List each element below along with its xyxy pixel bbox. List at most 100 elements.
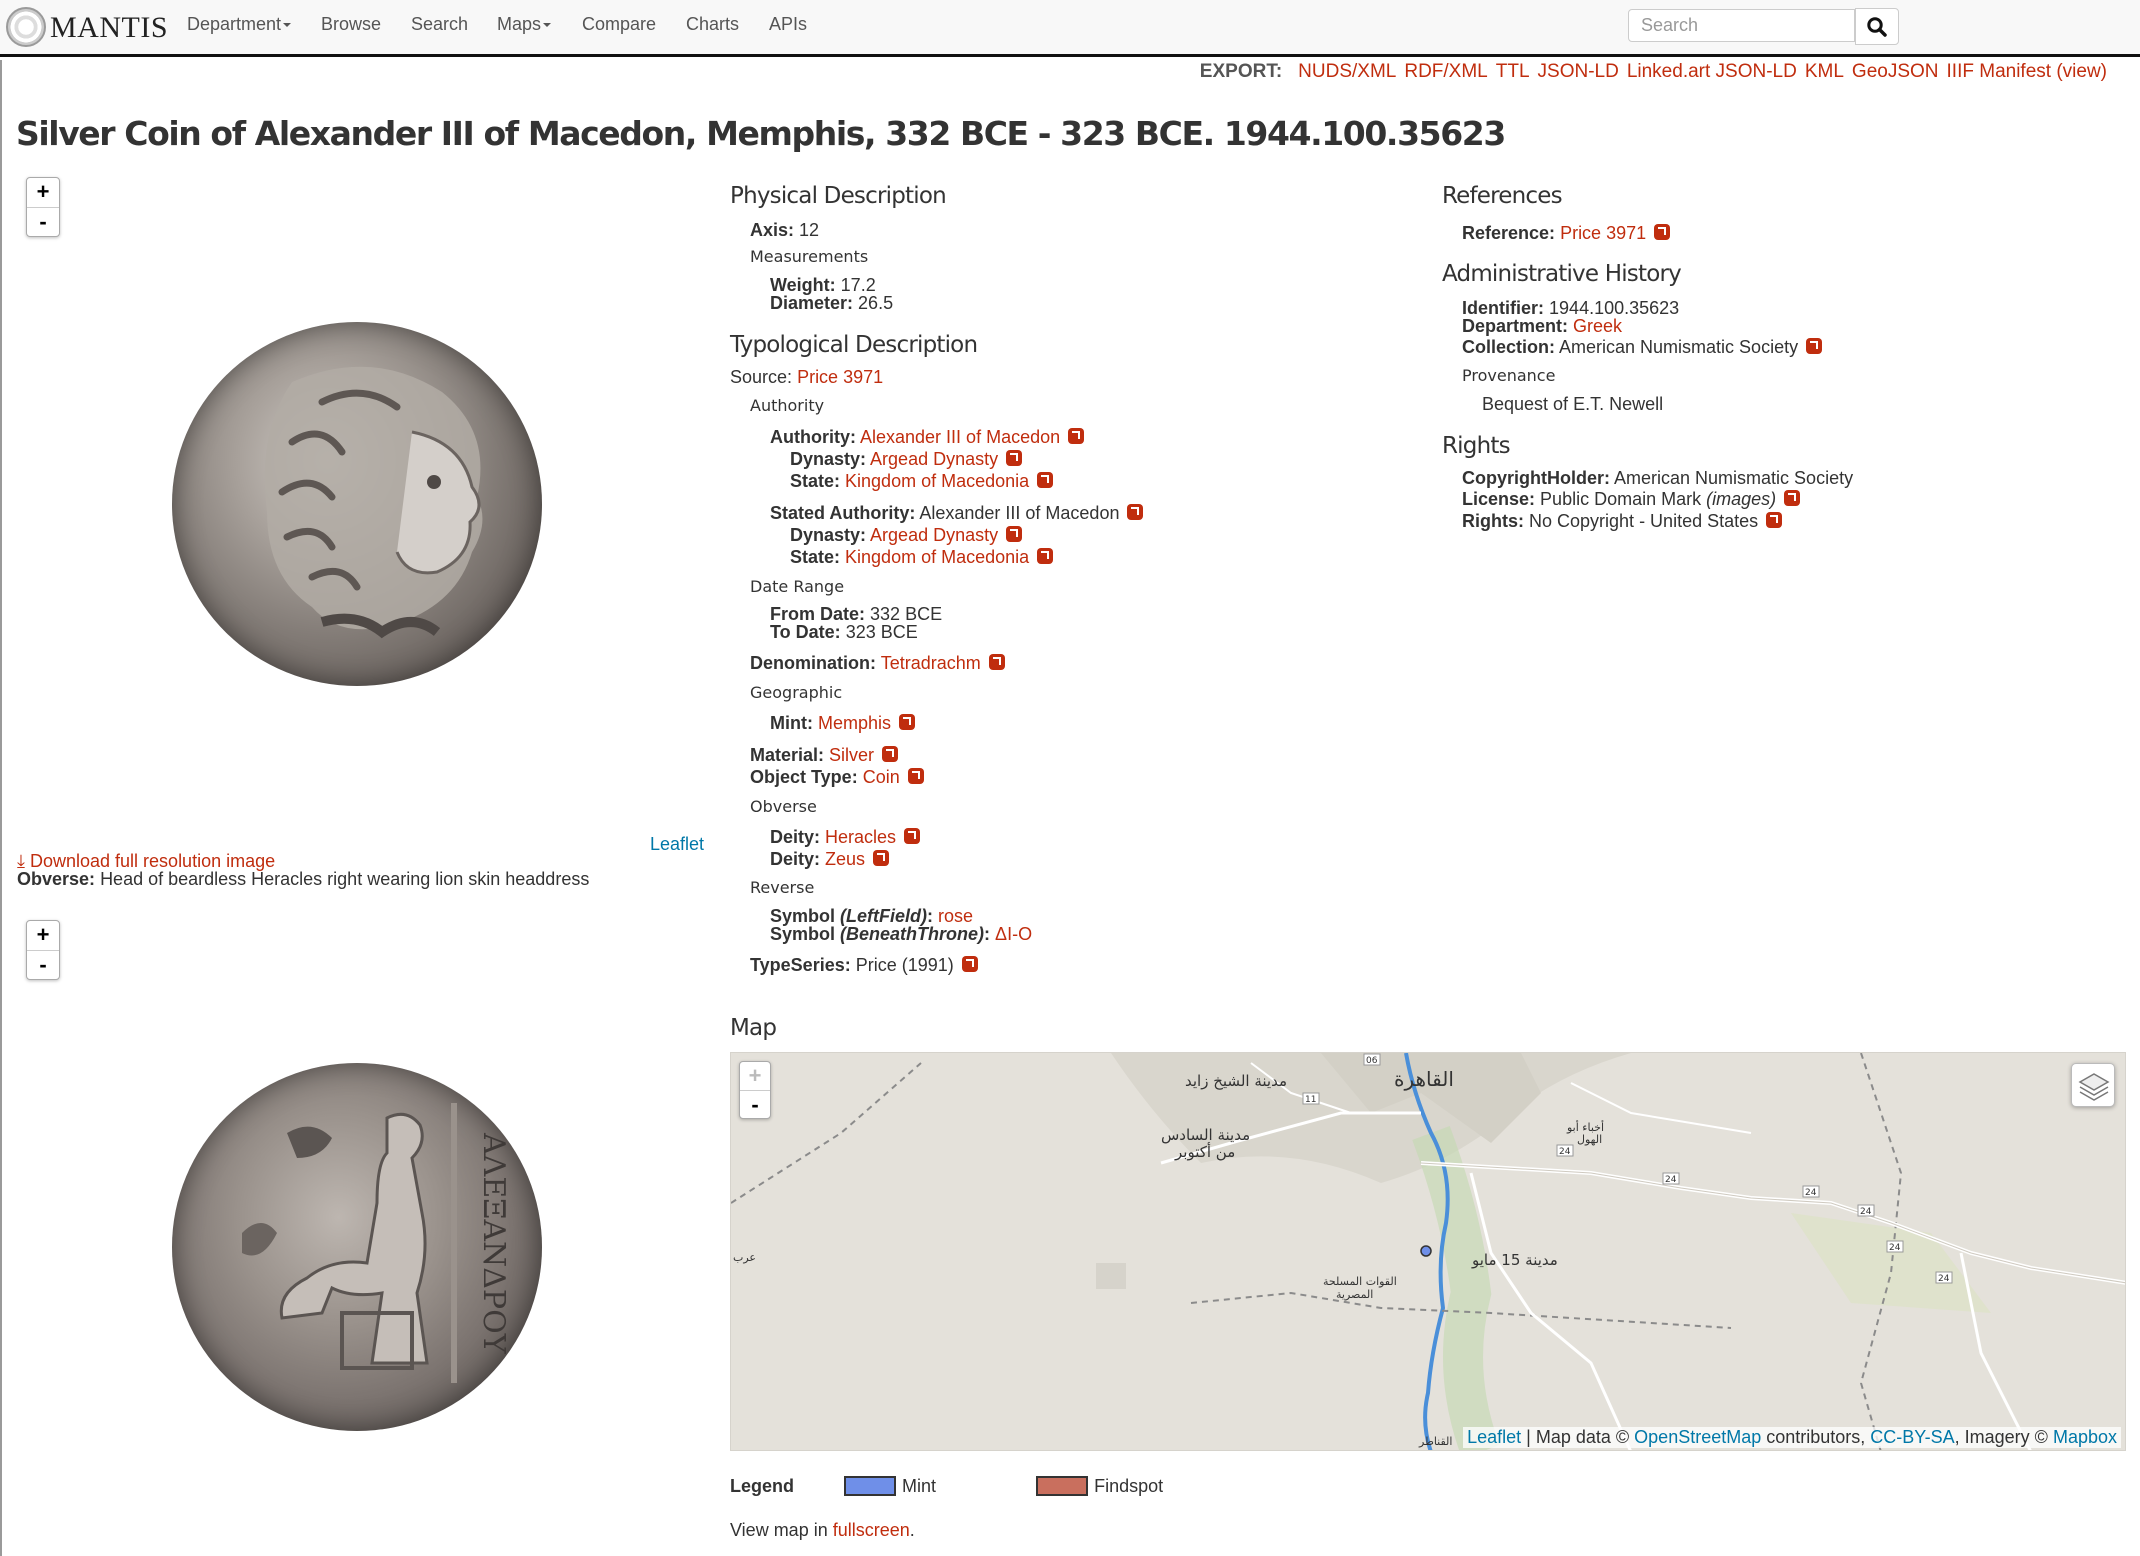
external-link-icon[interactable] xyxy=(1806,338,1823,354)
export-ttl[interactable]: TTL xyxy=(1496,61,1530,82)
nav-charts[interactable]: Charts xyxy=(686,14,739,35)
export-linked-art[interactable]: Linked.art JSON-LD xyxy=(1627,61,1797,82)
mantis-logo[interactable]: MANTIS xyxy=(6,5,168,47)
openstreetmap-link[interactable]: OpenStreetMap xyxy=(1634,1427,1761,1447)
denomination-link[interactable]: Tetradrachm xyxy=(881,653,981,673)
obverse-leaflet-attribution[interactable]: Leaflet xyxy=(650,834,704,855)
fullscreen-prefix: View map in xyxy=(730,1520,833,1540)
reverse-coin-image[interactable]: ΑΛΕΞΑΝΔΡΟΥ xyxy=(172,1063,542,1431)
dynasty-link[interactable]: Argead Dynasty xyxy=(870,449,998,469)
nav-search[interactable]: Search xyxy=(411,14,468,35)
material-link[interactable]: Silver xyxy=(829,745,874,765)
map-label-abu-al-hol-a: أخباء أبو xyxy=(1566,1120,1604,1134)
dynasty-link[interactable]: Argead Dynasty xyxy=(870,525,998,545)
external-link-icon[interactable] xyxy=(1068,428,1085,444)
symbol-rose-link[interactable]: rose xyxy=(938,906,973,926)
external-link-icon[interactable] xyxy=(899,714,916,730)
export-rdf-xml[interactable]: RDF/XML xyxy=(1404,61,1487,82)
nav-browse[interactable]: Browse xyxy=(321,14,381,35)
export-json-ld[interactable]: JSON-LD xyxy=(1538,61,1619,82)
external-link-icon[interactable] xyxy=(1037,548,1054,564)
state-link[interactable]: Kingdom of Macedonia xyxy=(845,471,1029,491)
map-zoom-out-button[interactable]: - xyxy=(740,1090,770,1118)
ans-seal-icon xyxy=(6,7,46,47)
map-label-abu-al-hol-b: الهول xyxy=(1577,1133,1602,1146)
export-kml[interactable]: KML xyxy=(1805,61,1844,82)
from-date-label: From Date: xyxy=(770,604,866,624)
mint-marker[interactable] xyxy=(1420,1245,1432,1257)
nav-apis[interactable]: APIs xyxy=(769,14,807,35)
map-label-qanater: القناطر xyxy=(1418,1435,1452,1448)
symbol-beneath-throne-row: Symbol (BeneathThrone): ΔI-O xyxy=(770,924,1033,944)
obverse-zoom-out-button[interactable]: - xyxy=(27,207,59,236)
export-geojson[interactable]: GeoJSON xyxy=(1852,61,1939,82)
fullscreen-link[interactable]: fullscreen xyxy=(833,1520,910,1540)
map-label-cairo: القاهرة xyxy=(1394,1067,1454,1091)
export-iiif-manifest[interactable]: IIIF Manifest (view) xyxy=(1947,61,2107,82)
external-link-icon[interactable] xyxy=(1037,472,1054,488)
external-link-icon[interactable] xyxy=(873,850,890,866)
external-link-icon[interactable] xyxy=(1784,490,1801,506)
source-row: Source: Price 3971 xyxy=(730,367,883,388)
road-shield-24: 24 xyxy=(1805,1188,1817,1198)
search-button[interactable] xyxy=(1855,8,1899,45)
nav-compare[interactable]: Compare xyxy=(582,14,656,35)
external-link-icon[interactable] xyxy=(907,768,924,784)
authority-label: Authority: xyxy=(770,427,856,447)
map-label-armed-forces-b: المصرية xyxy=(1336,1288,1373,1301)
map-label-6-october-a: مدينة السادس xyxy=(1161,1126,1250,1144)
leaflet-link[interactable]: Leaflet xyxy=(1467,1427,1521,1447)
state-link[interactable]: Kingdom of Macedonia xyxy=(845,547,1029,567)
mint-swatch xyxy=(844,1476,897,1496)
external-link-icon[interactable] xyxy=(988,654,1005,670)
road-shield-06: 06 xyxy=(1366,1056,1378,1066)
external-link-icon[interactable] xyxy=(1127,504,1144,520)
reverse-zoom-in-button[interactable]: + xyxy=(27,921,59,950)
map-label-sheikh-zayed: مدينة الشيخ زايد xyxy=(1185,1072,1287,1090)
search-input[interactable] xyxy=(1628,9,1855,42)
findspot-map[interactable]: القاهرة مدينة الشيخ زايد مدينة السادس من… xyxy=(730,1052,2126,1451)
reverse-zoom-out-button[interactable]: - xyxy=(27,950,59,979)
obverse-caption-label: Obverse: xyxy=(17,869,96,889)
external-link-icon[interactable] xyxy=(882,746,899,762)
source-link[interactable]: Price 3971 xyxy=(797,367,883,387)
symbol-dio-link[interactable]: ΔI-O xyxy=(995,924,1032,944)
external-link-icon[interactable] xyxy=(1766,512,1783,528)
external-link-icon[interactable] xyxy=(1006,526,1023,542)
mapbox-link[interactable]: Mapbox xyxy=(2053,1427,2117,1447)
reference-label: Reference: xyxy=(1462,223,1556,243)
object-type-label: Object Type: xyxy=(750,767,858,787)
fullscreen-note: View map in fullscreen. xyxy=(730,1520,915,1541)
obverse-heading: Obverse xyxy=(750,797,817,816)
map-zoom-in-button[interactable]: + xyxy=(740,1062,770,1090)
deity-zeus-link[interactable]: Zeus xyxy=(825,849,865,869)
weight-label: Weight: xyxy=(770,275,836,295)
object-type-link[interactable]: Coin xyxy=(863,767,900,787)
authority-link[interactable]: Alexander III of Macedon xyxy=(860,427,1060,447)
mint-row: Mint: Memphis xyxy=(770,713,916,734)
deity-heracles-link[interactable]: Heracles xyxy=(825,827,896,847)
nav-maps[interactable]: Maps xyxy=(497,14,552,35)
export-nuds-xml[interactable]: NUDS/XML xyxy=(1298,61,1396,82)
reference-link[interactable]: Price 3971 xyxy=(1560,223,1646,243)
provenance-value: Bequest of E.T. Newell xyxy=(1482,394,1664,414)
external-link-icon[interactable] xyxy=(904,828,921,844)
external-link-icon[interactable] xyxy=(1654,224,1671,240)
external-link-icon[interactable] xyxy=(961,956,978,972)
object-type-row: Object Type: Coin xyxy=(750,767,924,788)
cc-by-sa-link[interactable]: CC-BY-SA xyxy=(1870,1427,1954,1447)
typological-description-heading: Typological Description xyxy=(730,332,978,358)
stated-authority-row: Stated Authority: Alexander III of Maced… xyxy=(770,503,1144,524)
mint-link[interactable]: Memphis xyxy=(818,713,891,733)
nav-department[interactable]: Department xyxy=(187,14,292,35)
caret-down-icon xyxy=(543,23,552,28)
obverse-coin-image[interactable] xyxy=(172,322,542,686)
navbar: MANTIS Department Browse Search Maps Com… xyxy=(0,0,2140,57)
obverse-zoom-in-button[interactable]: + xyxy=(27,178,59,207)
department-link[interactable]: Greek xyxy=(1573,316,1622,336)
department-row: Department: Greek xyxy=(1462,316,1622,337)
external-link-icon[interactable] xyxy=(1006,450,1023,466)
to-date-label: To Date: xyxy=(770,622,841,642)
map-tiles: القاهرة مدينة الشيخ زايد مدينة السادس من… xyxy=(731,1053,2125,1450)
map-layers-button[interactable] xyxy=(2071,1063,2115,1107)
